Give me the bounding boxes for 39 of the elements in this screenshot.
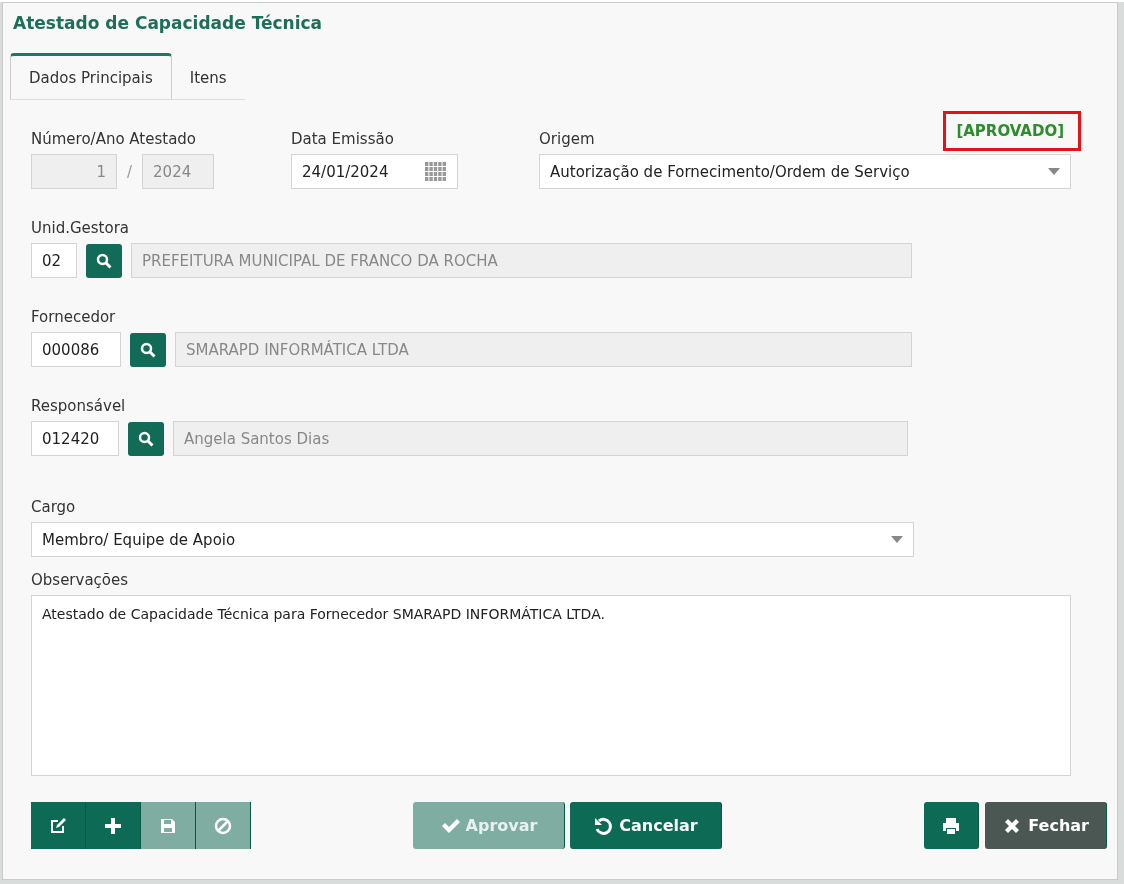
field-label: Observações — [31, 571, 129, 589]
edit-icon — [48, 815, 68, 836]
cancel-button[interactable]: Cancelar — [570, 802, 722, 849]
code-field[interactable]: 012420 — [31, 421, 119, 456]
search-button[interactable] — [130, 332, 166, 367]
search-icon — [96, 252, 112, 269]
notes-textarea[interactable]: Atestado de Capacidade Técnica para Fornecedor SMARAPD INFORMÁTICA LTDA. — [31, 595, 1071, 776]
tab[interactable]: Itens — [171, 53, 245, 99]
printer-icon — [941, 815, 962, 836]
role-dropdown[interactable]: Membro/ Equipe de Apoio — [31, 522, 914, 557]
field-label: Data Emissão — [291, 130, 394, 148]
field-label: Número/Ano Atestado — [31, 130, 197, 148]
status-label: [APROVADO] — [943, 111, 1081, 151]
calendar-icon — [425, 161, 447, 182]
print-button[interactable] — [924, 802, 980, 849]
dropdown-caret-icon — [891, 535, 903, 544]
edit-button[interactable] — [31, 802, 86, 849]
field-label: Fornecedor — [31, 308, 116, 326]
search-icon — [138, 430, 154, 447]
window-title: Atestado de Capacidade Técnica — [13, 13, 323, 33]
code-field[interactable]: 000086 — [31, 332, 121, 367]
search-button[interactable] — [86, 243, 122, 278]
add-button[interactable] — [86, 802, 141, 849]
plus-icon — [103, 815, 123, 836]
search-icon — [140, 341, 156, 358]
separator-text: / — [127, 162, 133, 181]
origin-dropdown[interactable]: Autorização de Fornecimento/Ordem de Serviço — [539, 154, 1071, 189]
field-label: Cargo — [31, 498, 76, 516]
dropdown-caret-icon — [1048, 167, 1060, 176]
prohibited-icon — [213, 815, 233, 836]
tab[interactable]: Dados Principais — [10, 53, 172, 99]
undo-arrow-icon — [593, 815, 614, 836]
field-label: Unid.Gestora — [31, 219, 130, 237]
field-label: Responsável — [31, 397, 126, 415]
code-field[interactable]: 02 — [31, 243, 77, 278]
field-label: Origem — [539, 130, 595, 148]
close-button[interactable]: Fechar — [985, 802, 1107, 849]
date-field[interactable]: 24/01/2024 — [291, 154, 458, 189]
search-button[interactable] — [128, 421, 164, 456]
